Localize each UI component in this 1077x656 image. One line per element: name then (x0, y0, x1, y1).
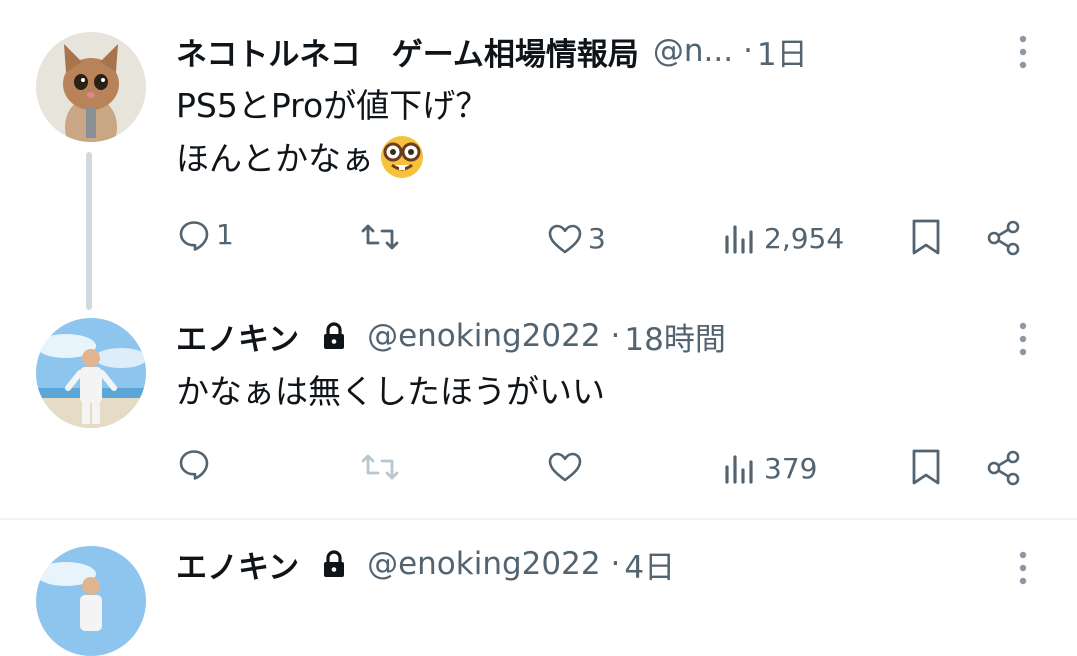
views-icon (725, 454, 753, 484)
tweet-header: エノキン @enoking2022 · 4日 (176, 541, 675, 587)
display-name[interactable]: エノキン (176, 542, 299, 587)
display-name[interactable]: エノキン (176, 314, 299, 359)
tweet-text: かなぁは無くしたほうがいい (176, 366, 605, 418)
avatar[interactable] (36, 318, 146, 428)
views-icon (725, 224, 753, 254)
like-button[interactable]: 3 (548, 222, 606, 255)
bookmark-button[interactable] (910, 218, 942, 256)
views-button[interactable]: 2,954 (724, 222, 844, 255)
tweet-divider (0, 518, 1077, 520)
tweet-header: ネコトルネコ ゲーム相場情報局 @n... · 1日 (176, 28, 808, 74)
share-icon (987, 450, 1020, 486)
avatar[interactable] (36, 32, 146, 142)
heart-icon (548, 224, 582, 253)
retweet-icon (361, 224, 399, 250)
more-vertical-icon[interactable] (1016, 548, 1030, 588)
reply-button[interactable] (178, 448, 210, 480)
display-name[interactable]: ネコトルネコ ゲーム相場情報局 (176, 29, 639, 74)
reply-count: 1 (216, 218, 234, 251)
reply-icon (179, 450, 209, 480)
share-button[interactable] (986, 450, 1022, 486)
separator-dot: · (610, 546, 621, 582)
like-button[interactable] (548, 452, 582, 482)
reply-icon (179, 220, 209, 251)
reply-button[interactable]: 1 (178, 218, 234, 251)
tweet-text-line: かなぁは無くしたほうがいい (176, 372, 605, 411)
user-handle[interactable]: @enoking2022 (367, 318, 600, 354)
bookmark-icon (912, 219, 940, 255)
tweet-header: エノキン @enoking2022 · 18時間 (176, 313, 726, 359)
tweet-text: PS5とProが値下げ？ ほんとかなぁ (176, 80, 488, 185)
tweet-timestamp[interactable]: 18時間 (624, 314, 725, 359)
share-icon (987, 220, 1020, 256)
view-count: 2,954 (764, 222, 845, 255)
view-count: 379 (764, 452, 818, 485)
bookmark-icon (912, 449, 940, 485)
retweet-icon (361, 454, 399, 480)
separator-dot: · (743, 33, 753, 69)
more-vertical-icon[interactable] (1016, 32, 1030, 72)
tweet-text-line: ほんとかなぁ (176, 139, 374, 178)
lock-icon (321, 321, 347, 351)
retweet-button[interactable] (360, 452, 400, 482)
separator-dot: · (610, 318, 621, 354)
user-handle[interactable]: @enoking2022 (367, 546, 600, 582)
retweet-button[interactable] (360, 222, 400, 252)
avatar[interactable] (36, 546, 146, 656)
tweet-text-line: PS5とProが値下げ？ (176, 86, 489, 125)
tweet-timestamp[interactable]: 1日 (757, 29, 808, 74)
like-count: 3 (588, 222, 606, 255)
lock-icon (321, 549, 347, 579)
thread-connector-line (86, 152, 92, 310)
bookmark-button[interactable] (910, 448, 942, 486)
more-vertical-icon[interactable] (1016, 319, 1030, 359)
nerd-face-emoji (378, 132, 426, 180)
views-button[interactable]: 379 (724, 452, 817, 485)
user-handle[interactable]: @n... (653, 33, 733, 69)
share-button[interactable] (986, 220, 1022, 256)
heart-icon (548, 452, 582, 482)
tweet-timestamp[interactable]: 4日 (624, 542, 675, 587)
